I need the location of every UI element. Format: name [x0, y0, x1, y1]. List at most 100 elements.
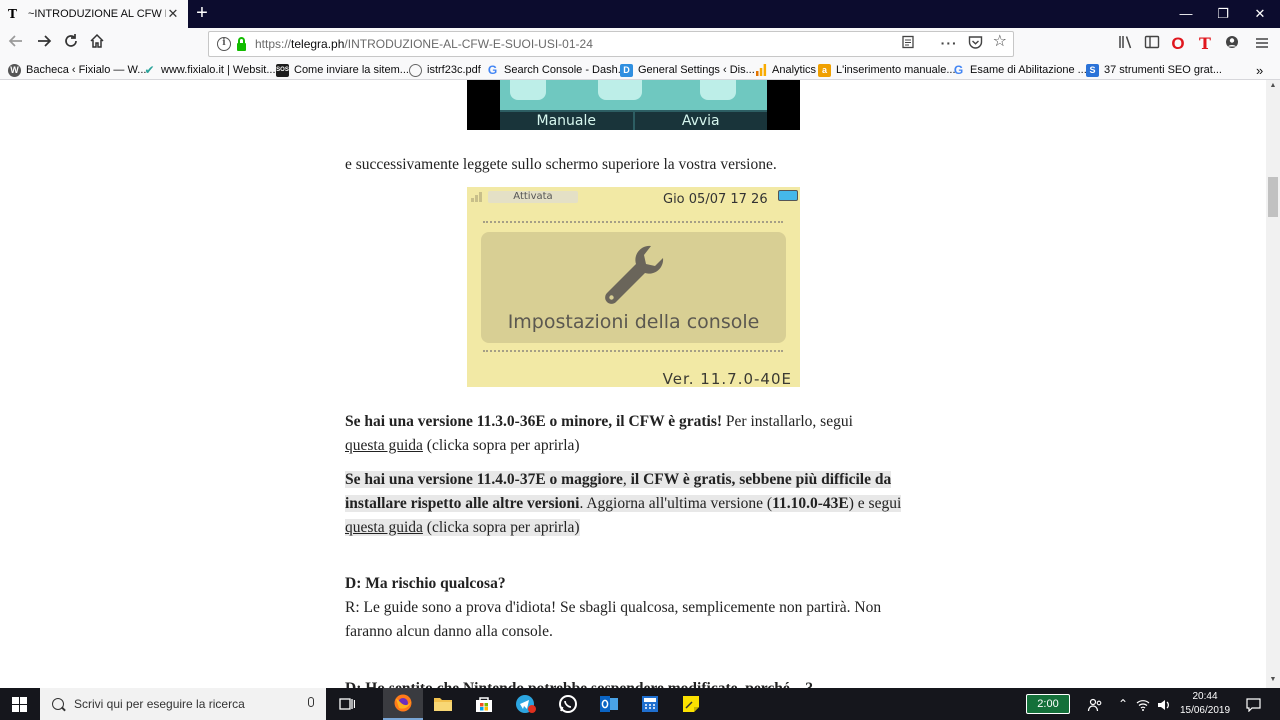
- task-view-icon[interactable]: [327, 688, 367, 720]
- telegraph-favicon-icon: T: [8, 7, 17, 21]
- bookmark-item[interactable]: SOS Come inviare la sitem...: [276, 62, 409, 78]
- library-icon[interactable]: [1116, 34, 1136, 54]
- wordpress-icon: W: [8, 63, 21, 77]
- scroll-down-icon[interactable]: ▼: [1269, 676, 1277, 683]
- battery-icon: [778, 190, 798, 201]
- bookmark-item[interactable]: D General Settings ‹ Dis...: [620, 62, 755, 78]
- page-scrollbar[interactable]: ▲ ▼: [1266, 80, 1280, 688]
- whatsapp-icon[interactable]: [548, 688, 588, 720]
- d-icon: D: [620, 63, 633, 77]
- status-label: Attivata: [488, 191, 578, 203]
- window-restore-button[interactable]: ❐: [1203, 0, 1243, 28]
- version-label: Ver. 11.7.0-40E: [662, 370, 792, 387]
- site-info-icon[interactable]: i: [217, 37, 231, 51]
- tab-strip: T ~INTRODUZIONE AL CFW E SU ✕ + — ❐ ✕: [0, 0, 1280, 28]
- microphone-icon[interactable]: [308, 697, 314, 707]
- signal-icon: [471, 190, 485, 202]
- bookmark-item[interactable]: G Search Console - Dash...: [486, 62, 627, 78]
- page-actions-icon[interactable]: ···: [941, 35, 958, 52]
- pocket-icon[interactable]: [968, 35, 983, 52]
- time-label: 20:44: [1192, 691, 1218, 702]
- sos-icon: SOS: [276, 63, 289, 77]
- bookmark-item[interactable]: a L'inserimento manuale...: [818, 62, 956, 78]
- bookmark-item[interactable]: ✔ www.fixialo.it | Websit...: [143, 62, 275, 78]
- telegram-t-icon[interactable]: T: [1195, 34, 1215, 54]
- 3ds-manual-screen-image: Manuale Avvia: [467, 80, 800, 130]
- url-text[interactable]: https://telegra.ph/INTRODUZIONE-AL-CFW-E…: [255, 37, 593, 51]
- sticky-notes-icon[interactable]: [671, 688, 711, 720]
- opera-icon[interactable]: O: [1168, 34, 1188, 54]
- bookmark-item[interactable]: Analytics: [754, 62, 816, 78]
- show-hidden-icons-icon[interactable]: ⌃: [1115, 688, 1131, 720]
- scroll-up-icon[interactable]: ▲: [1269, 82, 1277, 89]
- lock-icon[interactable]: [237, 36, 246, 51]
- tab-title: ~INTRODUZIONE AL CFW E SU: [28, 8, 166, 20]
- volume-icon[interactable]: [1155, 688, 1173, 720]
- s-icon: S: [1086, 63, 1099, 77]
- search-icon: [52, 698, 64, 710]
- outlook-icon[interactable]: [589, 688, 629, 720]
- tab-close-icon[interactable]: ✕: [166, 6, 180, 22]
- window-minimize-button[interactable]: —: [1166, 0, 1206, 28]
- wrench-icon: [605, 245, 664, 304]
- back-icon[interactable]: [4, 32, 28, 56]
- browser-tab-active[interactable]: T ~INTRODUZIONE AL CFW E SU ✕: [0, 0, 188, 28]
- start-button[interactable]: [0, 688, 40, 720]
- reader-view-icon[interactable]: [901, 35, 915, 52]
- calculator-icon[interactable]: [630, 688, 670, 720]
- article-page: Manuale Avvia e successivamente leggete …: [0, 80, 1266, 688]
- manuale-label: Manuale: [536, 113, 597, 129]
- windows-taskbar: Scrivi qui per eseguire la ricerca 2:00 …: [0, 688, 1280, 720]
- scroll-thumb[interactable]: [1268, 177, 1278, 217]
- bookmark-item[interactable]: S 37 strumenti SEO grat...: [1086, 62, 1222, 78]
- guide-link[interactable]: questa guida: [345, 519, 423, 536]
- forward-icon[interactable]: [32, 32, 56, 56]
- search-placeholder: Scrivi qui per eseguire la ricerca: [74, 697, 245, 711]
- bookmark-item[interactable]: W Bacheca ‹ Fixialo — W...: [8, 62, 146, 78]
- date-label: 15/06/2019: [1179, 705, 1231, 716]
- faq-question: D: Ma rischio qualcosa?: [345, 575, 506, 592]
- menu-icon[interactable]: [1252, 34, 1272, 54]
- navigation-toolbar: i https://telegra.ph/INTRODUZIONE-AL-CFW…: [0, 28, 1280, 60]
- google-icon: G: [953, 62, 964, 77]
- home-icon[interactable]: [85, 32, 109, 56]
- settings-panel: Impostazioni della console: [481, 232, 786, 343]
- telegram-icon[interactable]: [506, 688, 546, 720]
- taskbar-clock[interactable]: 20:44 15/06/2019: [1175, 690, 1235, 718]
- avvia-label: Avvia: [632, 112, 768, 130]
- windows-logo-icon: [12, 697, 27, 712]
- window-close-button[interactable]: ✕: [1240, 0, 1280, 28]
- file-explorer-icon[interactable]: [423, 688, 463, 720]
- faq-question-next: D: Ho sentito che Nintendo potrebbe sosp…: [345, 677, 920, 688]
- people-icon[interactable]: [1084, 688, 1106, 720]
- taskbar-search-box[interactable]: Scrivi qui per eseguire la ricerca: [40, 688, 326, 720]
- wifi-icon[interactable]: [1135, 688, 1151, 720]
- guide-link[interactable]: questa guida: [345, 437, 423, 454]
- globe-icon: [409, 63, 422, 77]
- console-clock: Gio 05/07 17 26: [663, 192, 768, 207]
- reload-icon[interactable]: [59, 32, 83, 56]
- url-bar[interactable]: i https://telegra.ph/INTRODUZIONE-AL-CFW…: [208, 31, 1014, 57]
- account-icon[interactable]: [1222, 34, 1242, 54]
- paragraph-free-cfw: Se hai una versione 11.3.0-36E o minore,…: [345, 413, 853, 454]
- paragraph-version-read: e successivamente leggete sullo schermo …: [345, 156, 777, 173]
- paragraph-newer-version: Se hai una versione 11.4.0-37E o maggior…: [345, 471, 902, 536]
- bookmarks-toolbar: W Bacheca ‹ Fixialo — W... ✔ www.fixialo…: [0, 60, 1280, 80]
- battery-status[interactable]: 2:00: [1026, 694, 1070, 714]
- sidebar-icon[interactable]: [1142, 34, 1162, 54]
- new-tab-button[interactable]: +: [190, 2, 214, 26]
- console-settings-screenshot: Attivata Gio 05/07 17 26 Impostazioni de…: [467, 187, 800, 387]
- bookmark-item[interactable]: istrf23c.pdf: [409, 62, 481, 78]
- check-icon: ✔: [144, 62, 155, 77]
- google-icon: G: [487, 62, 498, 77]
- store-icon[interactable]: [464, 688, 504, 720]
- bookmark-item[interactable]: G Esame di Abilitazione ...: [952, 62, 1087, 78]
- action-center-icon[interactable]: [1244, 688, 1262, 720]
- a-icon: a: [818, 63, 831, 77]
- settings-label: Impostazioni della console: [507, 311, 760, 333]
- bookmarks-overflow-icon[interactable]: »: [1256, 62, 1263, 78]
- firefox-icon[interactable]: [383, 688, 423, 720]
- analytics-icon: [754, 63, 767, 77]
- faq-answer: R: Le guide sono a prova d'idiota! Se sb…: [345, 599, 882, 640]
- bookmark-star-icon[interactable]: ☆: [993, 34, 1007, 52]
